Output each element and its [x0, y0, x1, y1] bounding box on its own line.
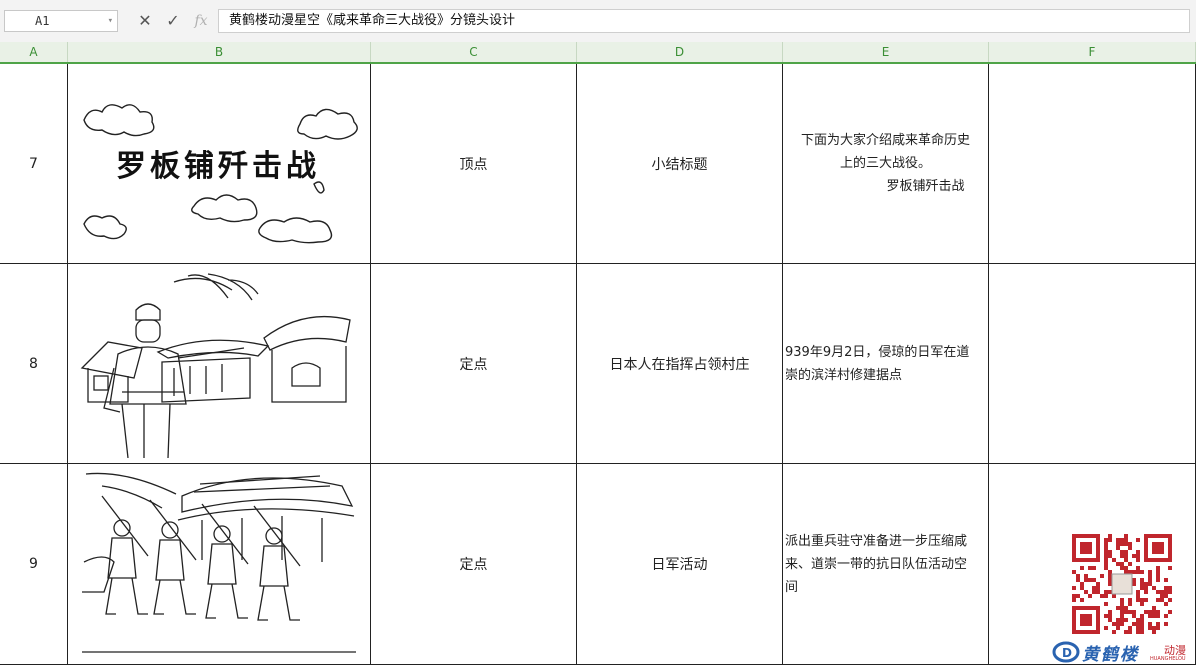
description-line: 下面为大家介绍咸来革命历史 [800, 133, 970, 148]
storyboard-image-cell[interactable] [68, 464, 371, 665]
formula-input[interactable]: 黄鹤楼动漫星空《咸来革命三大战役》分镜头设计 [218, 9, 1190, 33]
officer-village-sketch [78, 272, 354, 458]
empty-cell[interactable] [989, 64, 1196, 264]
cancel-icon[interactable]: ✕ [134, 10, 156, 32]
storyboard-image-cell[interactable]: 罗板铺歼击战 [68, 64, 371, 264]
description-line: 派出重兵驻守准备进一步压缩咸 [785, 533, 968, 549]
formula-bar: A1 ▾ ✕ ✓ fx 黄鹤楼动漫星空《咸来革命三大战役》分镜头设计 [0, 0, 1196, 43]
spreadsheet-grid: 7 罗板铺歼击战 顶点 小结标题 下面为大家介绍咸来革命历史 上的三大战役。 罗… [0, 64, 1196, 665]
table-row: 8 定点 日本人在指挥占领村庄 939年9月2日，侵琼的日军在道 崇的滨洋村修建… [0, 264, 1196, 464]
storyboard-title-image: 罗板铺歼击战 [80, 72, 360, 258]
content-cell[interactable]: 日本人在指挥占领村庄 [577, 264, 783, 464]
chevron-down-icon[interactable]: ▾ [108, 11, 113, 31]
function-icon[interactable]: fx [190, 10, 212, 32]
content-cell[interactable]: 小结标题 [577, 64, 783, 264]
shot-type-text: 定点 [459, 356, 488, 373]
description-cell[interactable]: 下面为大家介绍咸来革命历史 上的三大战役。 罗板铺歼击战 [783, 64, 989, 264]
description-cell[interactable]: 939年9月2日，侵琼的日军在道 崇的滨洋村修建据点 [783, 264, 989, 464]
row-number: 7 [29, 155, 38, 172]
table-row: 7 罗板铺歼击战 顶点 小结标题 下面为大家介绍咸来革命历史 上的三大战役。 罗… [0, 64, 1196, 264]
name-box[interactable]: A1 ▾ [4, 10, 118, 32]
svg-text:D: D [1062, 646, 1072, 660]
shot-type-cell[interactable]: 定点 [371, 264, 577, 464]
name-box-value: A1 [35, 14, 50, 28]
description-line: 间 [785, 579, 799, 595]
check-icon[interactable]: ✓ [162, 10, 184, 32]
brand-text: 黄鹤楼 [1082, 645, 1139, 665]
qr-code [1072, 534, 1172, 634]
storyboard-title-text: 罗板铺歼击战 [116, 149, 320, 184]
brand-logo: D 黄鹤楼 动漫 HUANGHELOU [1052, 638, 1196, 665]
shot-type-cell[interactable]: 顶点 [371, 64, 577, 264]
description-line: 崇的滨洋村修建据点 [785, 367, 903, 383]
column-header-c[interactable]: C [371, 42, 577, 62]
column-header-b[interactable]: B [68, 42, 371, 62]
description-cell[interactable]: 派出重兵驻守准备进一步压缩咸 来、道崇一带的抗日队伍活动空 间 [783, 464, 989, 665]
shot-type-text: 定点 [459, 557, 488, 573]
description-line: 来、道崇一带的抗日队伍活动空 [785, 556, 968, 572]
row-number: 9 [29, 556, 38, 572]
content-text: 小结标题 [651, 156, 708, 173]
column-header-e[interactable]: E [783, 42, 989, 62]
shot-type-cell[interactable]: 定点 [371, 464, 577, 665]
content-cell[interactable]: 日军活动 [577, 464, 783, 665]
content-text: 日本人在指挥占领村庄 [609, 356, 750, 373]
soldiers-marching-sketch [82, 466, 356, 656]
row-number-cell[interactable]: 9 [0, 464, 68, 665]
description-line: 939年9月2日，侵琼的日军在道 [785, 344, 970, 360]
description-line: 罗板铺歼击战 [886, 179, 965, 194]
brand-small: HUANGHELOU [1150, 656, 1186, 662]
row-number-cell[interactable]: 8 [0, 264, 68, 464]
column-header-d[interactable]: D [577, 42, 783, 62]
table-row: 9 定点 日军活动 派出重兵驻守准备进一步压缩咸 来、道崇一带的抗日队伍活动空 … [0, 464, 1196, 665]
storyboard-image-cell[interactable] [68, 264, 371, 464]
column-headers: A B C D E F [0, 42, 1196, 64]
shot-type-text: 顶点 [459, 156, 488, 173]
content-text: 日军活动 [651, 557, 708, 573]
column-header-f[interactable]: F [989, 42, 1196, 62]
row-number: 8 [29, 355, 38, 372]
fx-label: fx [194, 13, 208, 29]
empty-cell[interactable] [989, 264, 1196, 464]
row-number-cell[interactable]: 7 [0, 64, 68, 264]
description-line: 上的三大战役。 [839, 156, 931, 171]
column-header-a[interactable]: A [0, 42, 68, 62]
